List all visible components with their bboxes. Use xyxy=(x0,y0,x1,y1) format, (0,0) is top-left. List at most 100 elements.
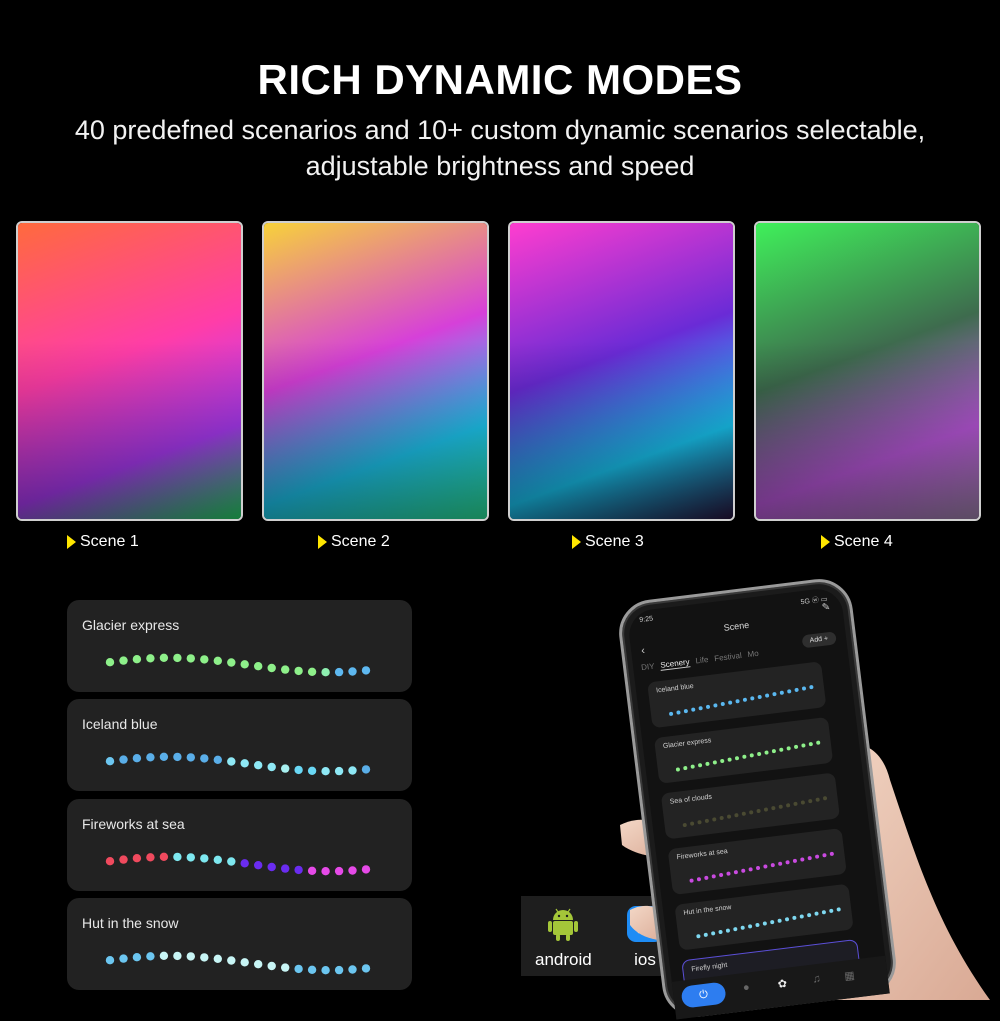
led-dot xyxy=(712,760,717,765)
led-dot xyxy=(334,965,344,975)
led-dot xyxy=(240,759,249,768)
effect-card[interactable]: Hut in the snow xyxy=(67,898,412,990)
led-dot xyxy=(683,766,688,771)
phone-scene-card[interactable]: Fireworks at sea xyxy=(667,828,847,895)
tab-festival[interactable]: Festival xyxy=(714,651,743,664)
phone-dot-strip xyxy=(689,851,834,883)
led-dot xyxy=(749,810,754,815)
led-dot xyxy=(815,854,820,859)
led-dot xyxy=(823,796,828,801)
scene-image-1[interactable] xyxy=(16,221,243,521)
led-dot xyxy=(240,859,249,868)
phone-scene-card[interactable]: Iceland blue xyxy=(647,661,827,729)
music-icon[interactable]: ♫ xyxy=(812,973,822,986)
led-dot xyxy=(741,811,746,816)
led-dot xyxy=(757,694,762,699)
led-dot xyxy=(227,956,236,965)
scene-image-shading xyxy=(756,223,979,519)
scene-label-4[interactable]: Scene 4 xyxy=(821,533,893,551)
back-icon[interactable]: ‹ xyxy=(640,645,645,657)
led-dot xyxy=(800,857,805,862)
led-dot xyxy=(294,964,303,974)
led-dot xyxy=(735,699,740,704)
led-dot xyxy=(146,853,155,862)
led-dot xyxy=(105,658,115,667)
led-dot xyxy=(307,866,317,875)
led-dot xyxy=(725,928,730,933)
led-dot xyxy=(786,803,791,808)
led-dot xyxy=(799,914,804,919)
led-dot xyxy=(801,743,806,748)
page-title: RICH DYNAMIC MODES xyxy=(257,56,743,103)
led-dot xyxy=(159,852,169,861)
led-dot xyxy=(733,927,738,932)
led-dot xyxy=(348,965,357,974)
play-triangle-icon xyxy=(318,535,327,549)
led-dot xyxy=(720,702,725,707)
led-dot xyxy=(682,823,687,828)
phone-dot-strip xyxy=(682,796,828,828)
led-dot xyxy=(822,853,827,858)
led-dot xyxy=(105,956,115,965)
led-dot xyxy=(829,908,834,913)
add-button[interactable]: Add + xyxy=(801,631,837,649)
phone-scene-card[interactable]: Sea of clouds xyxy=(660,772,841,840)
phone-scene-card[interactable]: Hut in the snow xyxy=(674,883,854,951)
led-dot xyxy=(267,862,276,872)
led-dot xyxy=(705,761,710,766)
palette-icon[interactable]: ✿ xyxy=(777,977,788,991)
tab-scenery[interactable]: Scenery xyxy=(659,657,691,671)
effect-card[interactable]: Fireworks at sea xyxy=(67,799,412,891)
scene-label-1[interactable]: Scene 1 xyxy=(67,533,139,551)
led-dot xyxy=(281,963,290,972)
led-dot xyxy=(321,668,330,677)
scene-image-2[interactable] xyxy=(262,221,489,521)
led-dot xyxy=(119,954,128,963)
power-button[interactable]: ⏻ xyxy=(680,981,727,1009)
led-dot xyxy=(712,817,717,822)
led-dot xyxy=(750,696,755,701)
phone-scene-card[interactable]: Glacier express xyxy=(653,716,834,784)
led-dot xyxy=(794,744,799,749)
led-dot xyxy=(186,952,195,961)
led-dot xyxy=(816,740,821,745)
grid-icon[interactable]: ▦ xyxy=(844,969,856,983)
tab-mo[interactable]: Mo xyxy=(747,649,759,660)
led-dot xyxy=(719,873,724,878)
led-dot xyxy=(159,951,169,960)
led-dot xyxy=(361,964,371,973)
led-dot xyxy=(254,662,263,671)
led-dot xyxy=(227,757,236,766)
phone-dot-strip xyxy=(669,685,814,716)
led-dot xyxy=(307,766,317,775)
tab-diy[interactable]: DIY xyxy=(641,662,655,674)
led-dot xyxy=(779,747,784,752)
led-dot xyxy=(334,766,344,776)
led-dot xyxy=(348,866,357,875)
led-dot xyxy=(213,755,222,764)
led-dot xyxy=(186,654,195,663)
led-dot xyxy=(213,954,222,963)
led-dot xyxy=(159,752,169,761)
led-dot xyxy=(756,808,761,813)
bulb-icon[interactable]: ● xyxy=(742,981,750,994)
led-dot xyxy=(361,865,371,874)
effect-card[interactable]: Iceland blue xyxy=(67,699,412,791)
led-dot xyxy=(213,855,222,864)
scene-image-shading xyxy=(264,223,487,519)
status-time: 9:25 xyxy=(639,615,654,625)
scene-label-3[interactable]: Scene 3 xyxy=(572,533,644,551)
android-badge[interactable]: android xyxy=(535,904,592,970)
led-dot xyxy=(778,804,783,809)
led-dot xyxy=(689,878,694,883)
led-dot xyxy=(690,764,695,769)
tab-life[interactable]: Life xyxy=(695,655,709,666)
led-dot xyxy=(691,707,696,712)
play-triangle-icon xyxy=(572,535,581,549)
led-dot xyxy=(132,655,142,664)
scene-image-4[interactable] xyxy=(754,221,981,521)
scene-label-2[interactable]: Scene 2 xyxy=(318,533,390,551)
effect-card[interactable]: Glacier express xyxy=(67,600,412,692)
effect-dot-strip xyxy=(105,653,371,677)
scene-image-3[interactable] xyxy=(508,221,735,521)
